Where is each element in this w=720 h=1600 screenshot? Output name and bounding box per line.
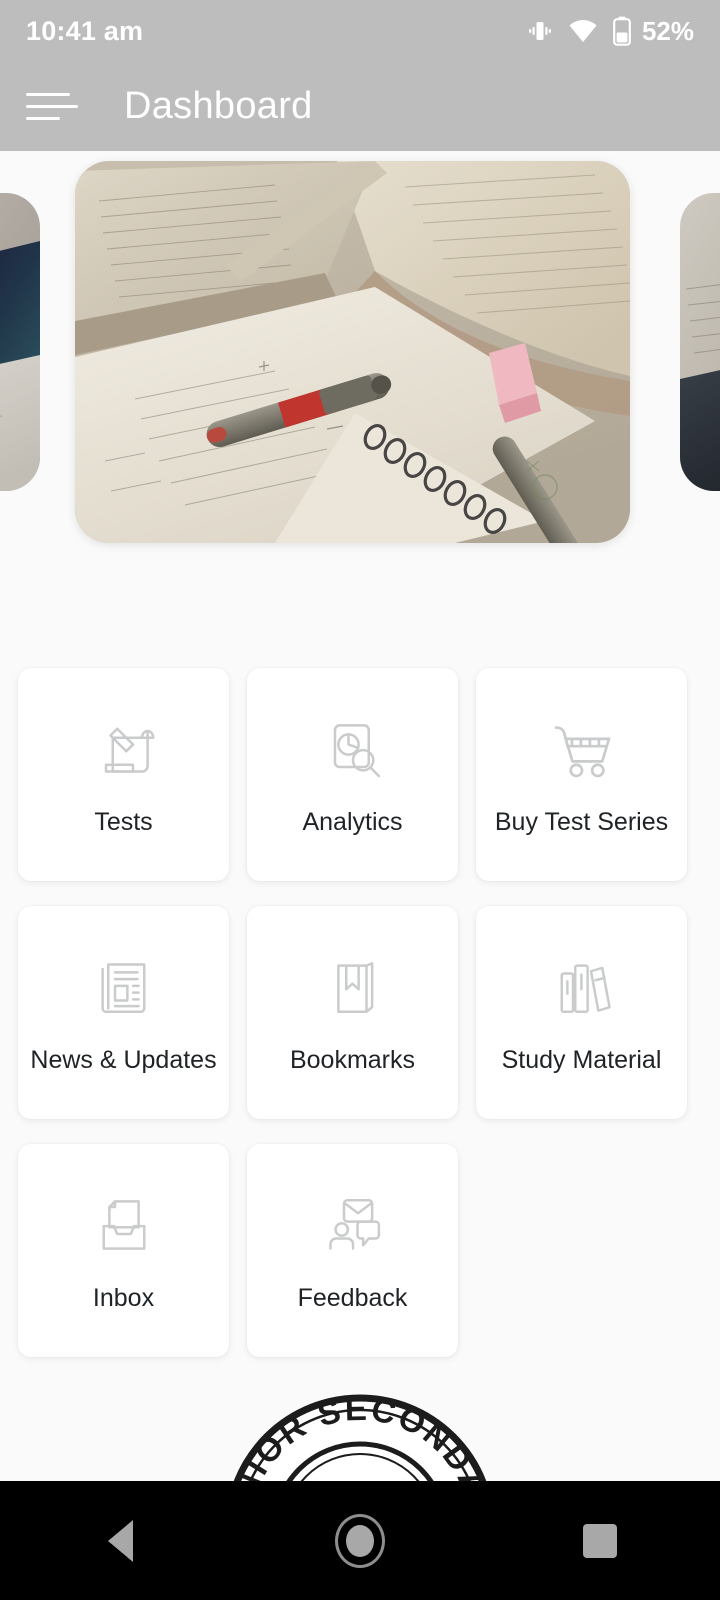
battery-percent-label: 52% bbox=[641, 15, 694, 46]
report-search-icon bbox=[317, 713, 389, 785]
tile-label: Feedback bbox=[297, 1283, 408, 1312]
tile-label: Tests bbox=[94, 807, 153, 836]
books-icon bbox=[546, 951, 618, 1023]
feedback-message-icon bbox=[317, 1189, 389, 1261]
vibrate-icon bbox=[528, 22, 551, 40]
carousel-slide-current[interactable] bbox=[75, 161, 630, 543]
dashboard-tile-grid: Tests Analytics Buy Test Series News & U… bbox=[18, 668, 702, 1357]
back-triangle-icon bbox=[107, 1519, 133, 1562]
banner-image-previous bbox=[0, 193, 40, 491]
app-bar: Dashboard bbox=[0, 62, 720, 151]
scroll-pen-icon bbox=[88, 713, 160, 785]
banner-image-next bbox=[680, 193, 720, 491]
tile-inbox[interactable]: Inbox bbox=[18, 1144, 229, 1357]
status-icons: 52% bbox=[526, 16, 694, 47]
nav-recents-button[interactable] bbox=[545, 1481, 655, 1600]
page-title: Dashboard bbox=[124, 85, 313, 127]
carousel-slide-previous[interactable] bbox=[0, 193, 40, 491]
tile-label: Buy Test Series bbox=[494, 807, 669, 836]
tile-bookmarks[interactable]: Bookmarks bbox=[247, 906, 458, 1119]
menu-line-1 bbox=[26, 93, 70, 96]
android-navigation-bar bbox=[0, 1481, 720, 1600]
tile-label: Study Material bbox=[501, 1045, 662, 1074]
recents-square-icon bbox=[583, 1523, 617, 1558]
tile-analytics[interactable]: Analytics bbox=[247, 668, 458, 881]
wifi-icon bbox=[569, 20, 597, 42]
carousel-slide-next[interactable] bbox=[680, 193, 720, 491]
nav-home-button[interactable] bbox=[305, 1481, 415, 1600]
tile-news-updates[interactable]: News & Updates bbox=[18, 906, 229, 1119]
inbox-tray-icon bbox=[88, 1189, 160, 1261]
home-circle-icon bbox=[335, 1513, 385, 1568]
tile-feedback[interactable]: Feedback bbox=[247, 1144, 458, 1357]
battery-icon bbox=[613, 16, 631, 46]
phone-screen: 10:41 am 52% Dashboard Tests Analytics B… bbox=[0, 0, 720, 1600]
bookmark-book-icon bbox=[317, 951, 389, 1023]
tile-study-material[interactable]: Study Material bbox=[476, 906, 687, 1119]
shopping-cart-icon bbox=[546, 713, 618, 785]
newspaper-icon bbox=[88, 951, 160, 1023]
hamburger-menu-icon[interactable] bbox=[26, 84, 80, 130]
status-bar: 10:41 am 52% bbox=[0, 0, 720, 62]
tile-label: Inbox bbox=[92, 1283, 155, 1312]
menu-line-2 bbox=[26, 105, 78, 108]
status-time: 10:41 am bbox=[26, 15, 144, 46]
home-dot bbox=[346, 1524, 374, 1557]
tile-label: News & Updates bbox=[30, 1045, 217, 1074]
nav-back-button[interactable] bbox=[65, 1481, 175, 1600]
banner-carousel[interactable] bbox=[0, 151, 720, 621]
tile-buy-test-series[interactable]: Buy Test Series bbox=[476, 668, 687, 881]
menu-line-3 bbox=[26, 117, 60, 120]
tile-placeholder-empty bbox=[476, 1144, 687, 1357]
tile-label: Bookmarks bbox=[289, 1045, 416, 1074]
banner-image-current bbox=[75, 161, 630, 543]
tile-tests[interactable]: Tests bbox=[18, 668, 229, 881]
tile-label: Analytics bbox=[302, 807, 403, 836]
